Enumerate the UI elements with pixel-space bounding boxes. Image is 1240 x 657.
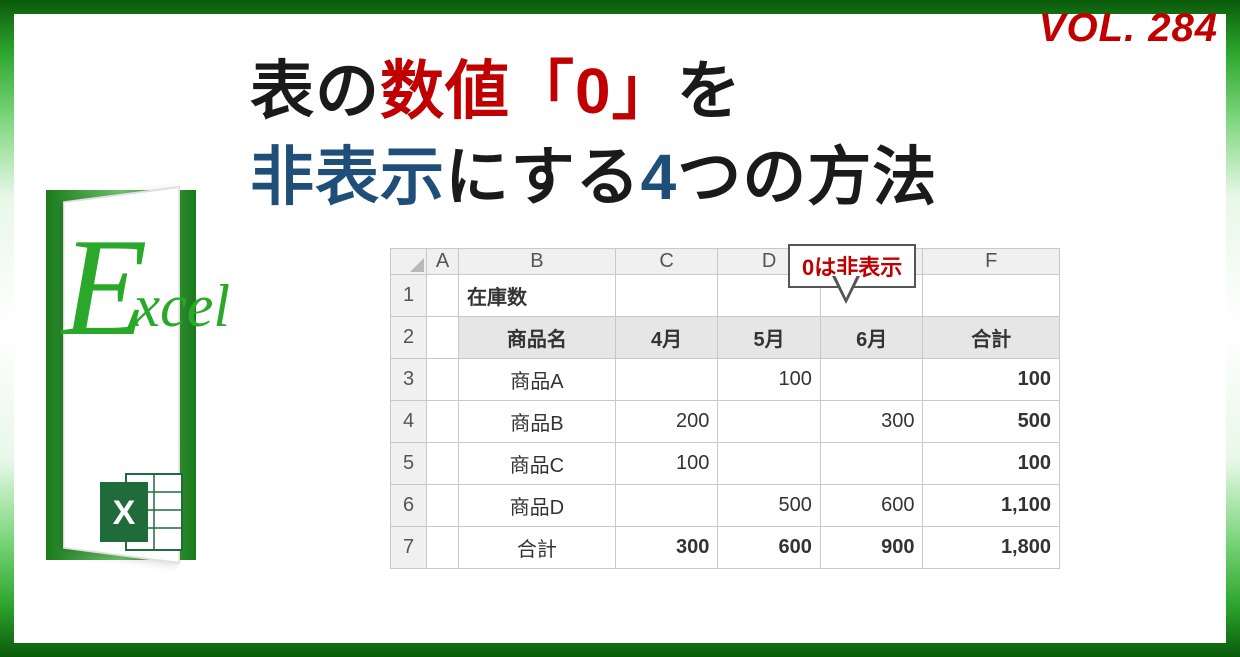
hdr-name: 商品名 [459,317,616,359]
main-title: 表の数値「0」を 非表示にする4つの方法 [250,48,937,221]
r3-m6: 600 [820,485,923,527]
title-l1a: 表の [250,55,380,127]
title-l1b: 数値「0」 [380,55,677,127]
row-header-6: 6 [391,485,427,527]
cell-a6 [427,485,459,527]
r2-total: 100 [923,443,1060,485]
excel-wordmark: Excel [62,218,244,358]
hdr-jun: 6月 [820,317,923,359]
t-m6: 900 [820,527,923,569]
r0-m5: 100 [718,359,821,401]
t-m4: 300 [615,527,718,569]
r3-m4 [615,485,718,527]
cell-a4 [427,401,459,443]
cell-a3 [427,359,459,401]
r1-m4: 200 [615,401,718,443]
svg-text:X: X [113,494,136,532]
row-header-5: 5 [391,443,427,485]
table-row: 5 商品C 100 100 [391,443,1060,485]
r1-total: 500 [923,401,1060,443]
r1-name: 商品B [459,401,616,443]
r3-name: 商品D [459,485,616,527]
r3-m5: 500 [718,485,821,527]
cell-f1 [923,275,1060,317]
row-header-4: 4 [391,401,427,443]
cell-a5 [427,443,459,485]
title-l2c: 4 [641,141,678,213]
callout: 0は非表示 [788,244,916,288]
r1-m6: 300 [820,401,923,443]
r3-total: 1,100 [923,485,1060,527]
excel-icon: X [96,468,186,556]
r2-m5 [718,443,821,485]
table-row: 4 商品B 200 300 500 [391,401,1060,443]
col-header-a: A [427,249,459,275]
hdr-total: 合計 [923,317,1060,359]
callout-tail [832,276,860,304]
r0-m6 [820,359,923,401]
t-name: 合計 [459,527,616,569]
title-l2d: つの方法 [677,141,937,213]
spreadsheet: A B C D E F 1 在庫数 2 商品名 4月 5月 6月 合計 3 商品… [390,248,1060,569]
col-header-c: C [615,249,718,275]
row-header-3: 3 [391,359,427,401]
hdr-may: 5月 [718,317,821,359]
r2-name: 商品C [459,443,616,485]
excel-xcel: xcel [134,273,231,339]
cell-a2 [427,317,459,359]
row-header-2: 2 [391,317,427,359]
col-header-f: F [923,249,1060,275]
title-l2b: にする [445,141,641,213]
hdr-apr: 4月 [615,317,718,359]
volume-label: VOL. 284 [1039,6,1218,51]
cell-a7 [427,527,459,569]
r0-name: 商品A [459,359,616,401]
r0-m4 [615,359,718,401]
r2-m6 [820,443,923,485]
t-total: 1,800 [923,527,1060,569]
r1-m5 [718,401,821,443]
r2-m4: 100 [615,443,718,485]
col-header-b: B [459,249,616,275]
cell-c1 [615,275,718,317]
table-row: 3 商品A 100 100 [391,359,1060,401]
cell-a1 [427,275,459,317]
table-title: 在庫数 [459,275,616,317]
t-m5: 600 [718,527,821,569]
title-l2a: 非表示 [250,141,445,213]
r0-total: 100 [923,359,1060,401]
table-row: 6 商品D 500 600 1,100 [391,485,1060,527]
title-l1c: を [677,55,742,127]
table-total-row: 7 合計 300 600 900 1,800 [391,527,1060,569]
row-header-1: 1 [391,275,427,317]
row-header-7: 7 [391,527,427,569]
select-all-corner [391,249,427,275]
